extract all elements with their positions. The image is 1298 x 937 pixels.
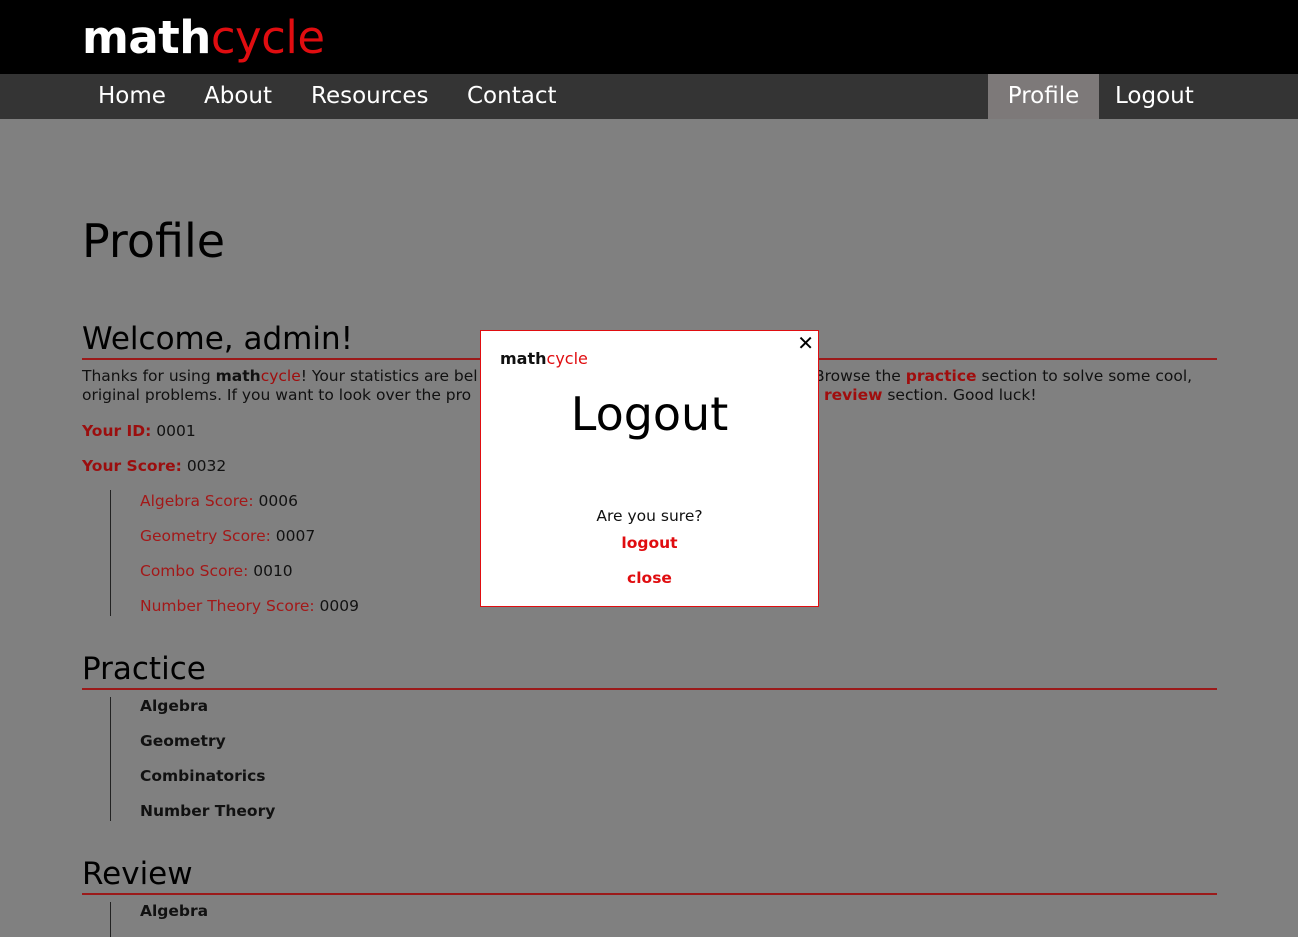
number-theory-score: Number Theory Score: 0009 [140,596,359,616]
modal-logo-math: math [500,349,547,368]
modal-title: Logout [570,387,729,441]
user-id-label: Your ID: [82,422,152,440]
geometry-score: Geometry Score: 0007 [140,526,315,546]
algebra-score-value: 0006 [253,492,298,510]
user-score-value: 0032 [181,457,227,475]
practice-number-theory-link[interactable]: Number Theory [140,801,275,821]
user-score-label: Your Score: [82,457,182,475]
scores-divider [110,490,111,616]
review-divider [110,902,111,937]
user-id: Your ID: 0001 [82,421,196,441]
welcome-text-1: Thanks for using [82,367,216,385]
nav-contact[interactable]: Contact [451,74,572,119]
number-theory-score-value: 0009 [314,597,359,615]
nav-logout[interactable]: Logout [1099,74,1210,119]
welcome-text-3-wrap: Browse the practice section to solve som… [814,367,1192,386]
welcome-text-4: section to solve some cool, [976,367,1193,385]
modal-logo: mathcycle [500,349,588,369]
brand-math: math [215,367,261,385]
review-link[interactable]: review [824,386,882,404]
user-score: Your Score: 0032 [82,456,226,476]
geometry-score-value: 0007 [270,527,316,545]
logo-math: math [82,11,211,64]
practice-algebra-link[interactable]: Algebra [140,696,208,716]
nav-profile[interactable]: Profile [988,74,1099,119]
welcome-text-6: section. Good luck! [882,386,1037,404]
user-id-value: 0001 [151,422,196,440]
algebra-score: Algebra Score: 0006 [140,491,298,511]
practice-combinatorics-link[interactable]: Combinatorics [140,766,266,786]
close-icon[interactable]: ✕ [797,331,814,355]
nav-home[interactable]: Home [82,74,182,119]
nav-about[interactable]: About [188,74,288,119]
welcome-text-3: Browse the [814,367,906,385]
practice-heading: Practice [82,650,1217,690]
number-theory-score-label: Number Theory Score: [140,597,315,615]
logout-modal: ✕ mathcycle Logout Are you sure? logout … [480,330,819,607]
practice-divider [110,697,111,821]
close-modal-button[interactable]: close [481,568,818,588]
page-title: Profile [82,214,226,268]
welcome-text-6-wrap: review section. Good luck! [824,386,1037,405]
combo-score-value: 0010 [248,562,293,580]
brand-cycle: cycle [260,367,301,385]
practice-link[interactable]: practice [906,367,977,385]
confirm-logout-button[interactable]: logout [481,533,818,553]
algebra-score-label: Algebra Score: [140,492,254,510]
review-heading: Review [82,855,1217,895]
logo-cycle: cycle [210,11,325,64]
site-logo[interactable]: mathcycle [82,10,325,66]
review-algebra-link[interactable]: Algebra [140,901,208,921]
top-header: mathcycle [0,0,1298,74]
modal-logo-cycle: cycle [546,349,588,368]
practice-geometry-link[interactable]: Geometry [140,731,226,751]
combo-score-label: Combo Score: [140,562,249,580]
nav-resources[interactable]: Resources [295,74,444,119]
welcome-text-5: original problems. If you want to look o… [82,386,472,404]
welcome-text-2: ! Your statistics are bel [300,367,478,385]
modal-question: Are you sure? [596,507,703,525]
combo-score: Combo Score: 0010 [140,561,293,581]
geometry-score-label: Geometry Score: [140,527,271,545]
main-nav: Home About Resources Contact Profile Log… [0,74,1298,119]
